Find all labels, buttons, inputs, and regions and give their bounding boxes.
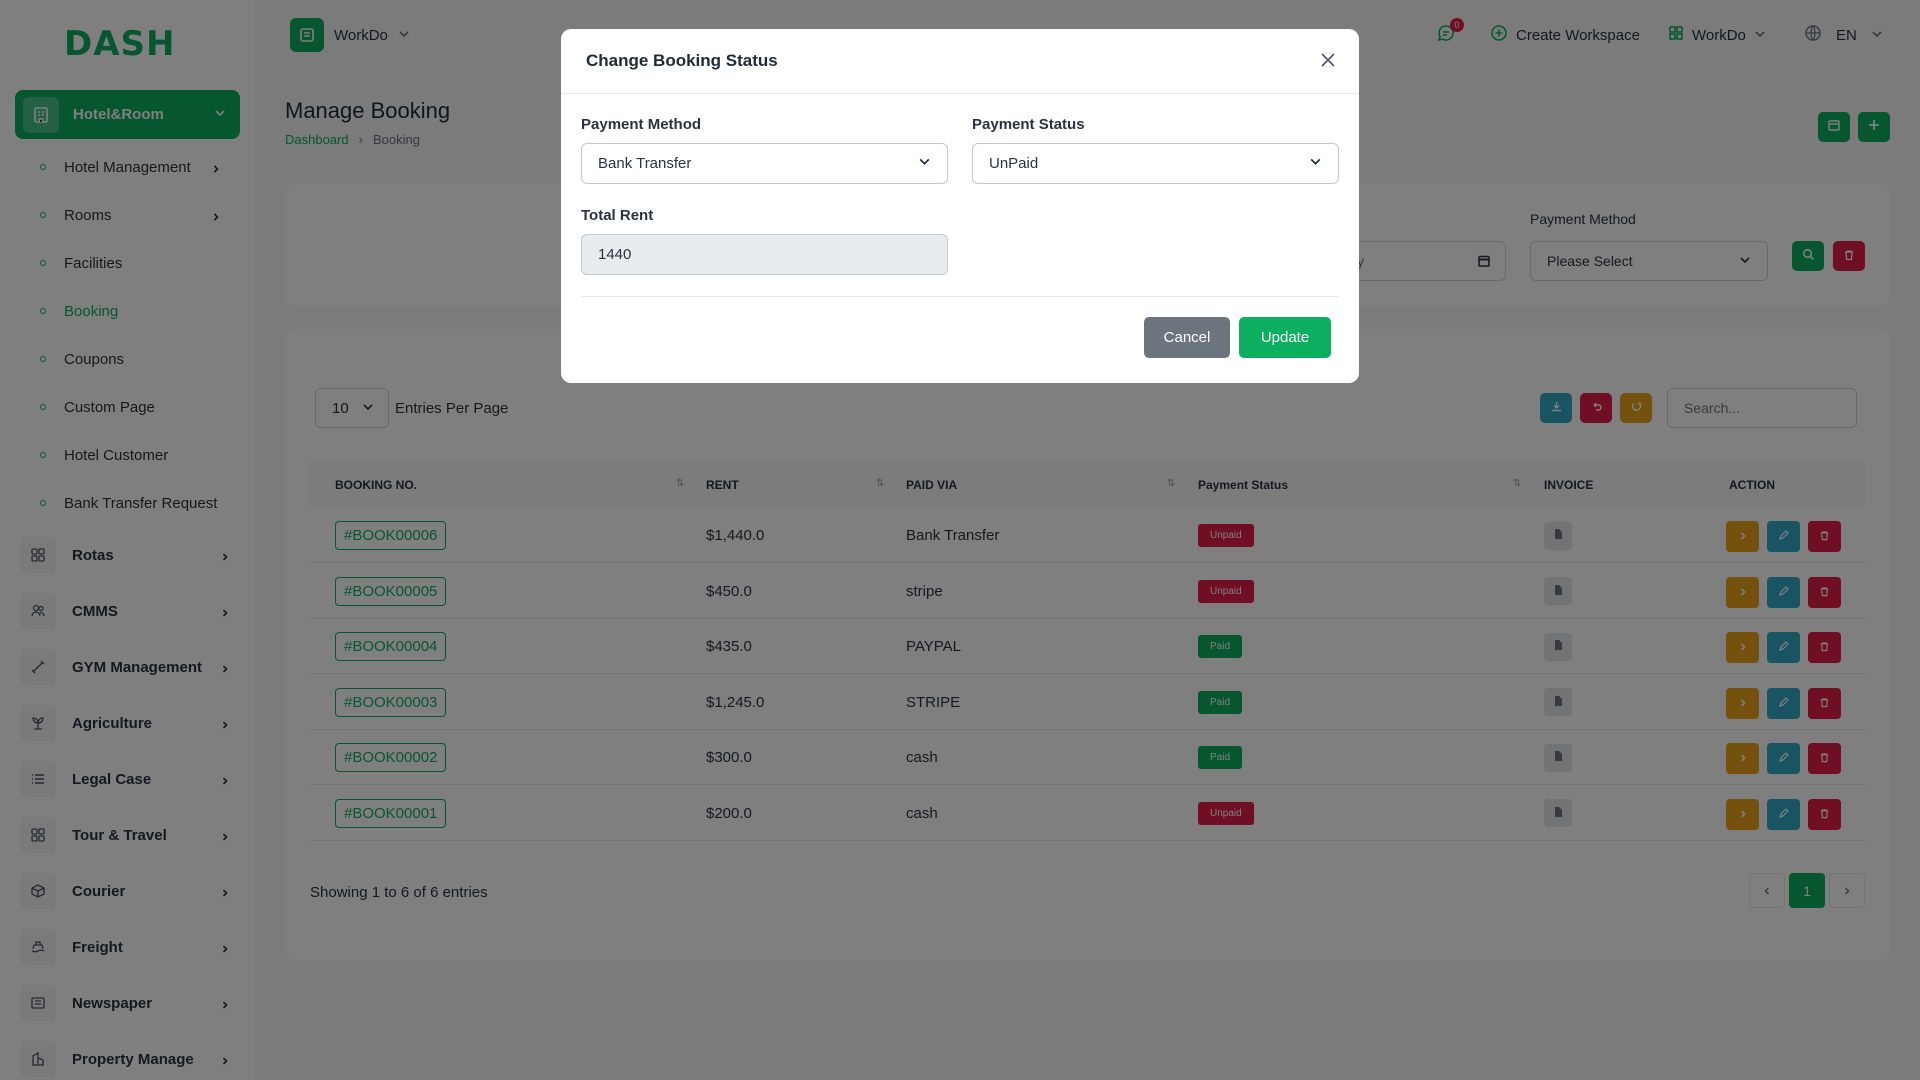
cancel-button[interactable]: Cancel: [1144, 317, 1230, 358]
close-icon: [1319, 53, 1337, 73]
modal-title: Change Booking Status: [586, 51, 778, 70]
modal-divider: [561, 93, 1359, 94]
chevron-down-icon: [918, 155, 931, 172]
modal-close-button[interactable]: [1319, 51, 1337, 73]
modal-divider: [581, 296, 1339, 297]
payment-method-value: Bank Transfer: [598, 155, 692, 172]
payment-method-select[interactable]: Bank Transfer: [581, 143, 948, 184]
total-rent-value: 1440: [598, 246, 632, 263]
total-rent-label: Total Rent: [581, 207, 654, 224]
total-rent-input[interactable]: 1440: [581, 234, 948, 275]
change-booking-status-modal: Change Booking Status Payment Method Ban…: [561, 29, 1359, 383]
update-button[interactable]: Update: [1239, 317, 1331, 358]
chevron-down-icon: [1309, 155, 1322, 172]
payment-status-label: Payment Status: [972, 116, 1085, 133]
payment-method-label: Payment Method: [581, 116, 702, 133]
payment-status-select[interactable]: UnPaid: [972, 143, 1339, 184]
payment-status-value: UnPaid: [989, 155, 1039, 172]
